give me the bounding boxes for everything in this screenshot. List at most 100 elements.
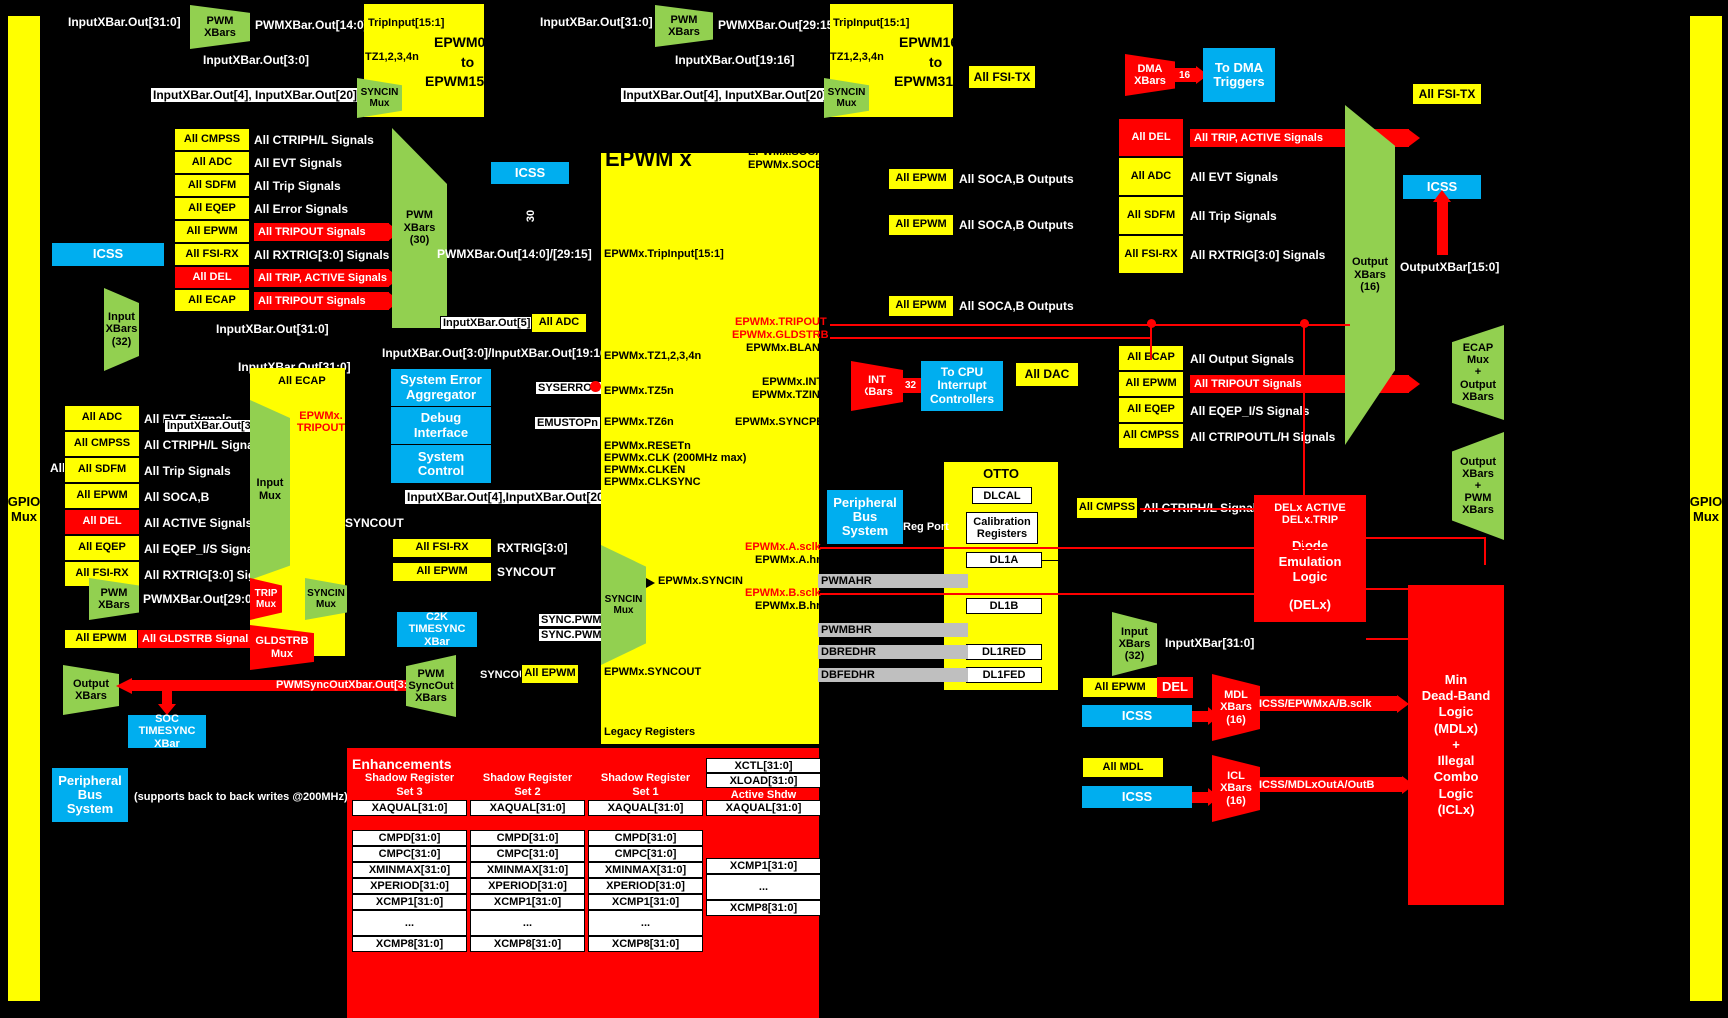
label-epwmx-clk: EPWMx.CLK (200MHz max) [604, 452, 747, 464]
label-epwm16: EPWM16 [899, 34, 959, 50]
label-epwm0: EPWM0 [434, 34, 486, 50]
line-outmux-v [1484, 537, 1486, 565]
register-box: XAQUAL[31:0] [706, 800, 821, 816]
label-outputxbar-15-0: OutputXBar[15:0] [1400, 260, 1500, 274]
label-epwmx-syncout: EPWMx.SYNCOUT [604, 666, 702, 678]
label-epwmx-tz5n: EPWMx.TZ5n [604, 385, 674, 397]
label-all-ecap-mux: All ECAP [278, 375, 326, 387]
signal-label: All SOCA,B [144, 490, 210, 504]
label-inputxbar-out-3-0-19-16: InputXBar.Out[3:0]/InputXBar.Out[19:16] [382, 346, 611, 360]
dma-count-arrow: 16 [1175, 68, 1197, 82]
label-pwmxbar-out-29-15: PWMXBar.Out[29:15] [718, 18, 838, 32]
signal-source-box: All ADC [174, 151, 250, 174]
register-box: XLOAD[31:0] [706, 773, 821, 788]
peripheral-bus-system-right: Peripheral Bus System [827, 490, 903, 544]
line-tripout-v2 [1303, 324, 1305, 546]
delx-sub: (DELx) [1289, 597, 1331, 612]
signal-label: All Trip Signals [1190, 209, 1277, 223]
icss-mdl-arrow-stem [1192, 711, 1208, 722]
all-epwm-soca-1: All EPWM [888, 168, 954, 190]
register-box: CMPD[31:0] [470, 830, 585, 846]
line-delx-out-1 [1366, 588, 1410, 590]
all-epwm-soca-2: All EPWM [888, 214, 954, 236]
line-asclk [820, 547, 1365, 549]
label-delx-trip: DELx.TRIP [1281, 514, 1339, 526]
register-box: XCTL[31:0] [706, 758, 821, 773]
label-back-to-back-writes: (supports back to back writes @200MHz) [134, 791, 348, 803]
signal-source-box: All SDFM [1118, 196, 1184, 235]
left-signal-stack: All CMPSS All CTRIPH/L Signals All ADC All … [174, 128, 389, 312]
shadow-register-header: Shadow Register [482, 772, 573, 784]
signal-source-box: All EQEP [64, 535, 140, 561]
register-box: CMPC[31:0] [352, 846, 467, 862]
dl1b-box: DL1B [966, 598, 1042, 614]
signal-label: All CTRIPH/L Signals [144, 438, 264, 452]
input-xbars-32-left: Input XBars (32) [104, 288, 139, 371]
label-syncout-left: SYNCOUT [345, 516, 404, 530]
all-mdl: All MDL [1082, 757, 1164, 778]
register-box: XPERIOD[31:0] [352, 878, 467, 894]
mdl-xbars-16: MDL XBars (16) [1212, 674, 1260, 741]
dl1fed-box: DL1FED [966, 667, 1042, 683]
pwmbhr-arrow: PWMBHR [818, 623, 968, 637]
label-pwmxbar-out-split: PWMXBar.Out[14:0]/[29:15] [437, 247, 592, 261]
calibration-registers-box: Calibration Registers [966, 512, 1038, 544]
label-pwmxbar-out-14-0: PWMXBar.Out[14:0] [255, 18, 368, 32]
system-error-aggregator: System Error Aggregator [391, 369, 491, 407]
int-count-arrow: 32 [901, 378, 923, 393]
signal-source-box: All CMPSS [174, 128, 250, 151]
label-soca-b-outputs-3: All SOCA,B Outputs [959, 299, 1074, 313]
register-box: ... [352, 910, 467, 936]
signal-source-box: All EPWM [1118, 371, 1184, 397]
signal-label: All RXTRIG[3:0] Signals [254, 248, 390, 262]
register-box: ... [470, 910, 585, 936]
signal-label: All CTRIPH/L Signals [254, 133, 374, 147]
register-box: XCMP1[31:0] [352, 894, 467, 910]
register-box: XCMP8[31:0] [470, 936, 585, 952]
label-epwmx-tripinput: EPWMx.TripInput[15:1] [604, 248, 724, 260]
label-epwmx-tz6n: EPWMx.TZ6n [604, 416, 674, 428]
label-epwm31: EPWM31 [894, 73, 954, 89]
syserror-dot [590, 381, 601, 392]
label-inputxbar-out-4-20-b: InputXBar.Out[4],InputXBar.Out[20] [404, 489, 611, 505]
all-adc-mid-left: All ADC [531, 313, 587, 333]
register-box: XPERIOD[31:0] [470, 878, 585, 894]
label-epwmx-a-hr: EPWMx.A.hr [755, 554, 821, 566]
icss-icl-arrow-stem [1192, 792, 1208, 803]
icss-left-mid: ICSS [52, 243, 164, 266]
signal-label: All EQEP_I/S Signals [1190, 404, 1310, 418]
register-box: XAQUAL[31:0] [588, 800, 703, 816]
label-inputxbar-out-4-20-left: InputXBar.Out[4], InputXBar.Out[20] [150, 87, 361, 103]
int-xbars-dot-2 [855, 386, 865, 396]
label-epwmx-clksync: EPWMx.CLKSYNC [604, 476, 701, 488]
label-tz-left: TZ1,2,3,4n [365, 51, 419, 63]
icss-right-arrow-stem [1437, 200, 1448, 255]
shadow-register-header: Shadow Register [364, 772, 455, 784]
icss-left: ICSS [491, 162, 569, 184]
label-syncout-2: SYNCOUT [497, 565, 556, 579]
enhancements-sets: Shadow Register Set 3 XAQUAL[31:0] CMPD[31:… [347, 758, 821, 1014]
signal-source-box: All SDFM [64, 457, 140, 483]
signal-label: All ACTIVE Signals [144, 516, 253, 530]
label-inputxbar-out-5: InputXBar.Out[5] [440, 316, 534, 330]
pwm-syncout-xbars: PWM SyncOut XBars [406, 655, 456, 717]
signal-label-arrow: All TRIPOUT Signals [254, 292, 389, 310]
line-gldstrb-v1 [1150, 324, 1152, 360]
syncin-arrow [646, 578, 655, 588]
signal-source-box: All DEL [1118, 118, 1184, 157]
label-tripinput-left: TripInput[15:1] [368, 17, 445, 29]
icl-xbars-16: ICL XBars (16) [1212, 755, 1260, 822]
register-box: XCMP1[31:0] [588, 894, 703, 910]
signal-source-box: All CMPSS [64, 431, 140, 457]
label-epwmx-int: EPWMx.INT [762, 376, 824, 388]
label-pwmsyncoutxbar-out: PWMSyncOutXbar.Out[3:0] [276, 679, 418, 691]
register-box: XAQUAL[31:0] [352, 800, 467, 816]
all-epwm-gldstrb: All EPWM [64, 629, 138, 649]
label-inputxbar-out-31-0-top-right: InputXBar.Out[31:0] [540, 15, 653, 29]
all-epwm-bottom-left: All EPWM [392, 562, 492, 582]
register-box: CMPC[31:0] [470, 846, 585, 862]
line-delx-out-2 [1366, 638, 1410, 640]
pwmsyncoutxbar-arrowhead [116, 678, 132, 694]
label-inputxbar-out-31-0-top-left: InputXBar.Out[31:0] [68, 15, 181, 29]
c2k-timesync-xbar: C2K TIMESYNC XBar [397, 611, 477, 648]
